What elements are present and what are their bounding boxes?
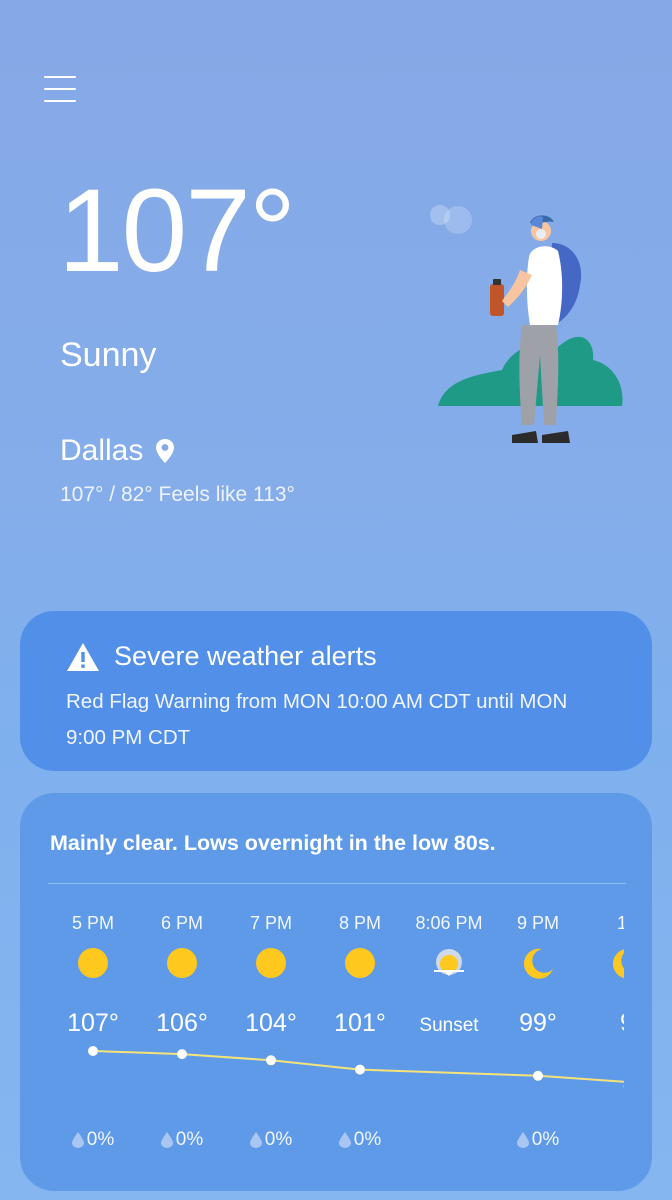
- sun-icon: [345, 948, 375, 978]
- high-low-feels-like: 107° / 82° Feels like 113°: [60, 483, 295, 506]
- forecast-summary: Mainly clear. Lows overnight in the low …: [50, 831, 496, 855]
- hamburger-menu-icon: [44, 76, 76, 78]
- hour-column: 10 9: [582, 893, 624, 1191]
- moon-icon: [613, 949, 624, 979]
- precipitation-value: 0%: [264, 1129, 293, 1150]
- raindrop-icon: [516, 1132, 529, 1148]
- hourly-forecast-card: Mainly clear. Lows overnight in the low …: [20, 793, 652, 1191]
- hour-column: 9 PM 99° 0%: [493, 893, 583, 1191]
- raindrop-icon: [71, 1132, 84, 1148]
- current-temperature: 107°: [58, 165, 296, 297]
- precipitation-value: 0%: [86, 1129, 115, 1150]
- hour-temperature: 104°: [245, 1009, 297, 1037]
- hour-column: 6 PM 106° 0%: [137, 893, 227, 1191]
- hour-time: 8:06 PM: [415, 913, 483, 933]
- hour-time: 10: [616, 913, 624, 933]
- location-name: Dallas: [60, 434, 144, 467]
- precipitation-value: 0%: [175, 1129, 204, 1150]
- hour-temperature: 99°: [519, 1009, 557, 1037]
- divider: [48, 883, 626, 884]
- hour-column: 8 PM 101° 0%: [315, 893, 405, 1191]
- hour-time: 9 PM: [516, 913, 559, 933]
- precipitation-chance: 0%: [137, 1129, 227, 1151]
- current-condition: Sunny: [60, 336, 157, 374]
- hour-column: 5 PM 107° 0%: [48, 893, 138, 1191]
- menu-button[interactable]: [44, 76, 76, 106]
- precipitation-chance: 0%: [315, 1129, 405, 1151]
- hour-time: 7 PM: [249, 913, 292, 933]
- hour-time: 6 PM: [160, 913, 203, 933]
- location-pin-icon: [156, 439, 175, 463]
- alert-title: Severe weather alerts: [114, 641, 377, 671]
- precipitation-chance: 0%: [493, 1129, 583, 1151]
- severe-weather-alert-card[interactable]: Severe weather alerts Red Flag Warning f…: [20, 611, 652, 771]
- hour-column: 7 PM 104° 0%: [226, 893, 316, 1191]
- raindrop-icon: [249, 1132, 262, 1148]
- raindrop-icon: [160, 1132, 173, 1148]
- precipitation-value: 0%: [353, 1129, 382, 1150]
- moon-icon: [523, 948, 553, 979]
- hour-temperature: 106°: [156, 1009, 208, 1037]
- sun-icon: [256, 948, 286, 978]
- alert-body: Red Flag Warning from MON 10:00 AM CDT u…: [66, 690, 568, 749]
- hour-time: 5 PM: [71, 913, 114, 933]
- precipitation-chance: 0%: [226, 1129, 316, 1151]
- sun-icon: [167, 948, 197, 978]
- hour-time: 8 PM: [338, 913, 381, 933]
- precipitation-chance: 0%: [48, 1129, 138, 1151]
- hour-temperature: 107°: [67, 1009, 119, 1037]
- person-with-water-bottle-sunny-illustration: [430, 205, 623, 443]
- precipitation-value: 0%: [531, 1129, 560, 1150]
- hour-temperature: 101°: [334, 1009, 386, 1037]
- hour-column: 8:06 PM Sunset: [404, 893, 494, 1191]
- sun-icon: [78, 948, 108, 978]
- hourly-forecast-strip[interactable]: 5 PM 107° 0% 6 PM 106° 0% 7 PM 104° 0% 8 PM 101° 0%…: [20, 893, 624, 1191]
- raindrop-icon: [338, 1132, 351, 1148]
- sunset-icon: [434, 949, 464, 976]
- location-row[interactable]: Dallas: [60, 434, 175, 468]
- sunset-label: Sunset: [419, 1015, 479, 1036]
- warning-icon: [67, 642, 99, 671]
- hour-temperature: 9: [582, 1009, 624, 1038]
